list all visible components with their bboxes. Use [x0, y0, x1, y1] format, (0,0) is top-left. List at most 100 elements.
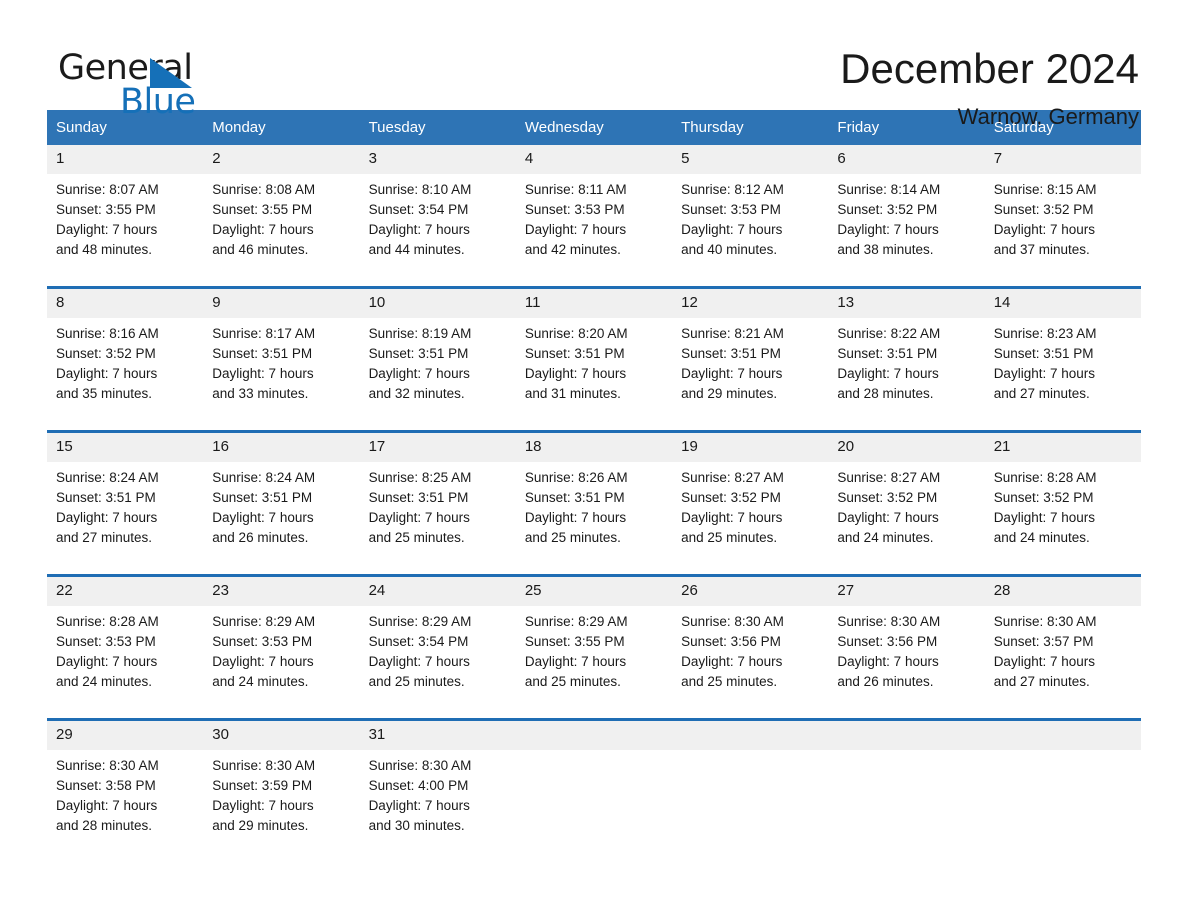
day-cell[interactable]: Sunrise: 8:07 AM Sunset: 3:55 PM Dayligh… [47, 174, 204, 268]
day-cell[interactable]: Sunrise: 8:30 AM Sunset: 3:59 PM Dayligh… [203, 750, 360, 844]
week-2-info-row: Sunrise: 8:16 AM Sunset: 3:52 PM Dayligh… [47, 318, 1141, 412]
day-number-empty [828, 721, 985, 750]
sunset-text: Sunset: 3:54 PM [368, 202, 469, 217]
daylight-text-line2: and 32 minutes. [368, 386, 465, 401]
day-cell[interactable]: Sunrise: 8:12 AM Sunset: 3:53 PM Dayligh… [672, 174, 829, 268]
day-number[interactable]: 10 [359, 289, 516, 318]
day-cell[interactable]: Sunrise: 8:17 AM Sunset: 3:51 PM Dayligh… [203, 318, 360, 412]
day-cell[interactable]: Sunrise: 8:22 AM Sunset: 3:51 PM Dayligh… [828, 318, 985, 412]
day-cell[interactable]: Sunrise: 8:30 AM Sunset: 3:58 PM Dayligh… [47, 750, 204, 844]
day-cell[interactable]: Sunrise: 8:30 AM Sunset: 3:56 PM Dayligh… [672, 606, 829, 700]
day-number[interactable]: 14 [984, 289, 1141, 318]
sunrise-text: Sunrise: 8:30 AM [681, 614, 784, 629]
day-number[interactable]: 18 [515, 433, 673, 462]
day-number[interactable]: 12 [672, 289, 829, 318]
day-cell[interactable]: Sunrise: 8:16 AM Sunset: 3:52 PM Dayligh… [47, 318, 204, 412]
day-cell[interactable]: Sunrise: 8:24 AM Sunset: 3:51 PM Dayligh… [47, 462, 204, 556]
day-cell[interactable]: Sunrise: 8:29 AM Sunset: 3:54 PM Dayligh… [359, 606, 516, 700]
sunrise-text: Sunrise: 8:29 AM [212, 614, 316, 629]
day-cell[interactable]: Sunrise: 8:30 AM Sunset: 3:56 PM Dayligh… [828, 606, 985, 700]
daylight-text-line2: and 30 minutes. [368, 818, 465, 833]
day-number[interactable]: 25 [515, 577, 673, 606]
day-number[interactable]: 4 [515, 145, 673, 174]
day-number[interactable]: 16 [203, 433, 360, 462]
day-number[interactable]: 7 [984, 145, 1141, 174]
daylight-text-line2: and 46 minutes. [212, 242, 309, 257]
sunrise-text: Sunrise: 8:29 AM [524, 614, 628, 629]
daylight-text-line2: and 25 minutes. [524, 530, 621, 545]
day-number[interactable]: 29 [47, 721, 204, 750]
daylight-text-line2: and 29 minutes. [681, 386, 778, 401]
day-number[interactable]: 30 [203, 721, 360, 750]
day-cell[interactable]: Sunrise: 8:19 AM Sunset: 3:51 PM Dayligh… [359, 318, 516, 412]
daylight-text-line1: Daylight: 7 hours [681, 222, 783, 237]
day-cell[interactable]: Sunrise: 8:10 AM Sunset: 3:54 PM Dayligh… [359, 174, 516, 268]
day-number[interactable]: 24 [359, 577, 516, 606]
sunrise-text: Sunrise: 8:28 AM [993, 470, 1097, 485]
day-cell[interactable]: Sunrise: 8:25 AM Sunset: 3:51 PM Dayligh… [359, 462, 516, 556]
day-cell[interactable]: Sunrise: 8:27 AM Sunset: 3:52 PM Dayligh… [672, 462, 829, 556]
week-gap [47, 268, 1141, 286]
day-cell[interactable]: Sunrise: 8:15 AM Sunset: 3:52 PM Dayligh… [984, 174, 1141, 268]
day-number[interactable]: 17 [359, 433, 516, 462]
day-cell[interactable]: Sunrise: 8:29 AM Sunset: 3:53 PM Dayligh… [203, 606, 360, 700]
sunset-text: Sunset: 3:56 PM [681, 634, 781, 649]
day-number[interactable]: 26 [672, 577, 829, 606]
day-number[interactable]: 11 [515, 289, 673, 318]
day-number[interactable]: 22 [47, 577, 204, 606]
day-cell[interactable]: Sunrise: 8:20 AM Sunset: 3:51 PM Dayligh… [515, 318, 673, 412]
day-cell[interactable]: Sunrise: 8:30 AM Sunset: 3:57 PM Dayligh… [984, 606, 1141, 700]
day-cell[interactable]: Sunrise: 8:29 AM Sunset: 3:55 PM Dayligh… [515, 606, 673, 700]
day-cell[interactable]: Sunrise: 8:30 AM Sunset: 4:00 PM Dayligh… [359, 750, 516, 844]
day-cell[interactable]: Sunrise: 8:08 AM Sunset: 3:55 PM Dayligh… [203, 174, 360, 268]
day-number[interactable]: 5 [672, 145, 829, 174]
day-cell[interactable]: Sunrise: 8:28 AM Sunset: 3:52 PM Dayligh… [984, 462, 1141, 556]
day-cell[interactable]: Sunrise: 8:14 AM Sunset: 3:52 PM Dayligh… [828, 174, 985, 268]
day-number[interactable]: 1 [47, 145, 204, 174]
week-5-info-row: Sunrise: 8:30 AM Sunset: 3:58 PM Dayligh… [47, 750, 1141, 844]
day-number[interactable]: 13 [828, 289, 985, 318]
sunrise-text: Sunrise: 8:27 AM [837, 470, 941, 485]
day-number[interactable]: 2 [203, 145, 360, 174]
sunset-text: Sunset: 3:55 PM [56, 202, 156, 217]
sunset-text: Sunset: 3:51 PM [681, 346, 781, 361]
sunset-text: Sunset: 3:58 PM [56, 778, 156, 793]
day-number[interactable]: 20 [828, 433, 985, 462]
day-number[interactable]: 6 [828, 145, 985, 174]
day-number[interactable]: 23 [203, 577, 360, 606]
sunrise-text: Sunrise: 8:30 AM [368, 758, 472, 773]
daylight-text-line2: and 31 minutes. [524, 386, 621, 401]
day-number[interactable]: 3 [359, 145, 516, 174]
sunrise-sunset-calendar: Sunday Monday Tuesday Wednesday Thursday… [47, 110, 1141, 844]
day-cell[interactable]: Sunrise: 8:23 AM Sunset: 3:51 PM Dayligh… [984, 318, 1141, 412]
daylight-text-line1: Daylight: 7 hours [681, 366, 783, 381]
sunset-text: Sunset: 3:56 PM [837, 634, 938, 649]
day-cell[interactable]: Sunrise: 8:11 AM Sunset: 3:53 PM Dayligh… [515, 174, 673, 268]
day-number[interactable]: 27 [828, 577, 985, 606]
sunset-text: Sunset: 3:51 PM [368, 490, 469, 505]
day-cell[interactable]: Sunrise: 8:24 AM Sunset: 3:51 PM Dayligh… [203, 462, 360, 556]
day-cell[interactable]: Sunrise: 8:27 AM Sunset: 3:52 PM Dayligh… [828, 462, 985, 556]
day-number[interactable]: 28 [984, 577, 1141, 606]
sunset-text: Sunset: 3:54 PM [368, 634, 469, 649]
sunset-text: Sunset: 3:52 PM [837, 490, 938, 505]
sunset-text: Sunset: 3:51 PM [212, 490, 313, 505]
day-number[interactable]: 8 [47, 289, 204, 318]
day-number[interactable]: 9 [203, 289, 360, 318]
day-number[interactable]: 19 [672, 433, 829, 462]
day-number[interactable]: 31 [359, 721, 516, 750]
day-number[interactable]: 15 [47, 433, 204, 462]
day-cell[interactable]: Sunrise: 8:28 AM Sunset: 3:53 PM Dayligh… [47, 606, 204, 700]
daylight-text-line1: Daylight: 7 hours [212, 222, 314, 237]
daylight-text-line2: and 27 minutes. [56, 530, 153, 545]
day-number[interactable]: 21 [984, 433, 1141, 462]
sunrise-text: Sunrise: 8:28 AM [56, 614, 159, 629]
daylight-text-line1: Daylight: 7 hours [212, 366, 314, 381]
daylight-text-line1: Daylight: 7 hours [681, 510, 783, 525]
daylight-text-line1: Daylight: 7 hours [524, 510, 627, 525]
day-cell[interactable]: Sunrise: 8:21 AM Sunset: 3:51 PM Dayligh… [672, 318, 829, 412]
sunrise-text: Sunrise: 8:16 AM [56, 326, 159, 341]
generalblue-logo[interactable]: General Blue [47, 44, 247, 120]
sunset-text: Sunset: 3:51 PM [524, 490, 625, 505]
day-cell[interactable]: Sunrise: 8:26 AM Sunset: 3:51 PM Dayligh… [515, 462, 673, 556]
